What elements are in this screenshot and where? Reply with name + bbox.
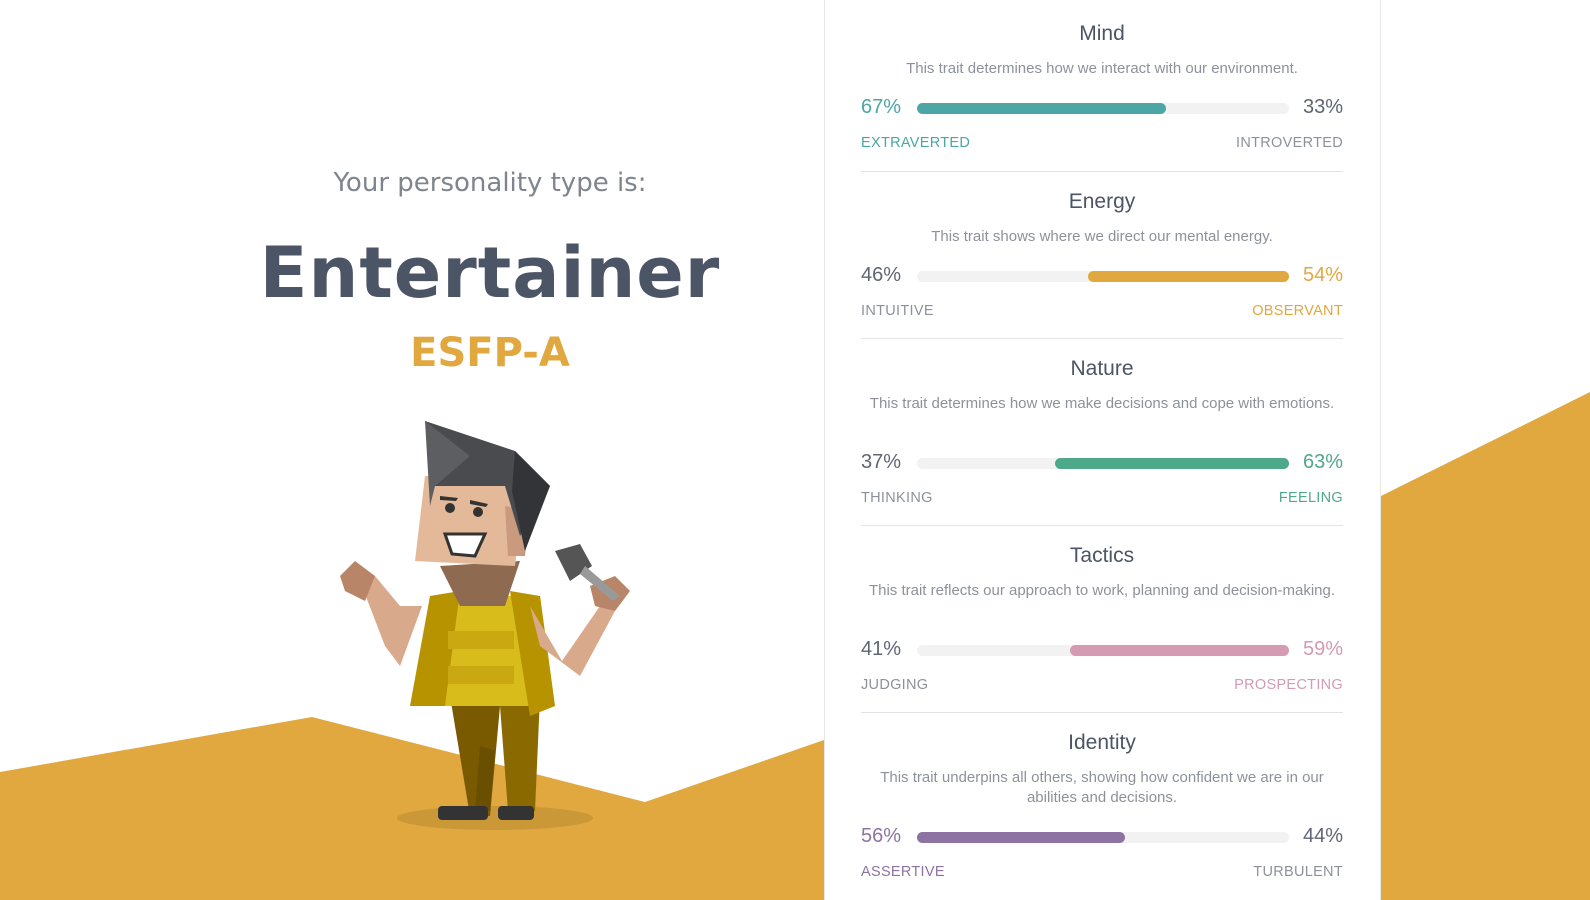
trait-description: This trait reflects our approach to work… (868, 582, 1336, 599)
trait-bar-fill (1069, 645, 1289, 656)
trait-title: Tactics (1069, 544, 1135, 567)
trait-bar (917, 832, 1289, 843)
divider (861, 712, 1343, 713)
right-label: INTROVERTED (1236, 135, 1343, 151)
left-percent: 56% (861, 825, 902, 847)
right-percent: 44% (1302, 825, 1343, 847)
trait-bar-fill (1054, 458, 1289, 469)
right-label: TURBULENT (1253, 864, 1343, 880)
trait-bar (917, 458, 1289, 469)
trait-description: This trait determines how we interact wi… (906, 60, 1298, 77)
left-label: EXTRAVERTED (861, 135, 971, 151)
right-percent: 33% (1302, 96, 1343, 118)
result-hero: Your personality type is: Entertainer ES… (0, 0, 824, 900)
left-percent: 67% (861, 96, 902, 118)
left-label: INTUITIVE (861, 303, 934, 319)
left-label: THINKING (861, 490, 933, 506)
right-percent: 59% (1302, 638, 1343, 660)
trait-title: Identity (1068, 731, 1136, 754)
right-label: FEELING (1278, 490, 1343, 506)
trait-bar-fill (917, 832, 1126, 843)
trait-bar (917, 103, 1289, 114)
left-percent: 41% (861, 638, 902, 660)
right-percent: 54% (1302, 264, 1343, 286)
trait-bar (917, 271, 1289, 282)
left-label: ASSERTIVE (861, 864, 945, 880)
traits-panel: Mind This trait determines how we intera… (824, 0, 1381, 900)
divider (861, 171, 1343, 172)
left-percent: 46% (861, 264, 902, 286)
trait-title: Energy (1068, 190, 1136, 213)
trait-bar-fill (1088, 271, 1289, 282)
trait-bar (917, 645, 1289, 656)
divider (861, 525, 1343, 526)
divider (861, 338, 1343, 339)
trait-description: This trait shows where we direct our men… (931, 228, 1273, 245)
entertainer-illustration (340, 421, 630, 830)
left-label: JUDGING (861, 677, 929, 693)
right-label: PROSPECTING (1234, 677, 1343, 693)
left-percent: 37% (861, 451, 902, 473)
right-percent: 63% (1302, 451, 1343, 473)
trait-bar-fill (917, 103, 1167, 114)
trait-description: This trait determines how we make decisi… (869, 395, 1335, 412)
trait-title: Mind (1079, 22, 1125, 45)
trait-description: This trait underpins all others, showing… (880, 769, 1324, 806)
right-label: OBSERVANT (1252, 303, 1343, 319)
trait-title: Nature (1070, 357, 1134, 380)
